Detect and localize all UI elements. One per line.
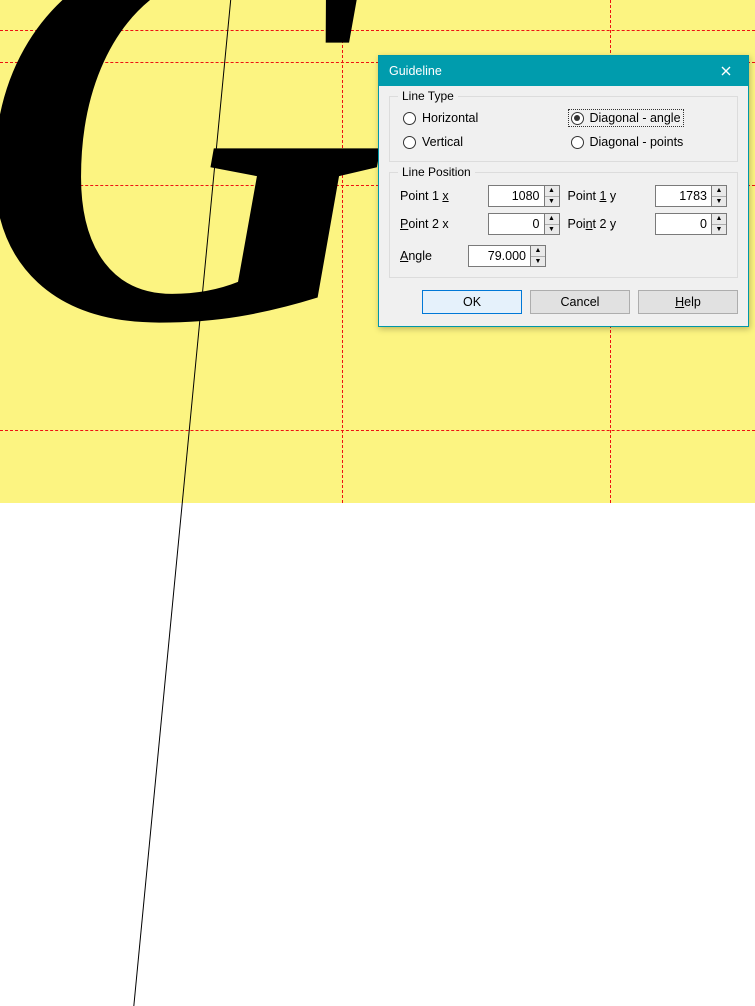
radio-horizontal[interactable]: Horizontal	[400, 109, 481, 127]
radio-icon	[571, 136, 584, 149]
radio-label: Diagonal - angle	[590, 111, 681, 125]
chevron-down-icon: ▼	[712, 225, 726, 235]
guideline-dialog: Guideline Line Type Horizontal Diagonal …	[378, 55, 749, 327]
spinner-point2x[interactable]: ▲▼	[488, 213, 560, 235]
chevron-up-icon: ▲	[545, 186, 559, 197]
spinner-buttons[interactable]: ▲▼	[711, 185, 727, 207]
radio-label: Vertical	[422, 135, 463, 149]
radio-vertical[interactable]: Vertical	[400, 133, 466, 151]
chevron-up-icon: ▲	[531, 246, 545, 257]
close-icon[interactable]	[710, 60, 742, 82]
chevron-up-icon: ▲	[712, 186, 726, 197]
spinner-buttons[interactable]: ▲▼	[544, 185, 560, 207]
spinner-buttons[interactable]: ▲▼	[544, 213, 560, 235]
group-line-position: Line Position Point 1 x ▲▼ Point 1 y ▲▼	[389, 172, 738, 278]
chevron-up-icon: ▲	[712, 214, 726, 225]
ok-button[interactable]: OK	[422, 290, 522, 314]
chevron-down-icon: ▼	[545, 197, 559, 207]
spinner-buttons[interactable]: ▲▼	[530, 245, 546, 267]
chevron-up-icon: ▲	[545, 214, 559, 225]
spinner-angle[interactable]: ▲▼	[468, 245, 546, 267]
radio-icon	[403, 136, 416, 149]
chevron-down-icon: ▼	[712, 197, 726, 207]
radio-diagonal-points[interactable]: Diagonal - points	[568, 133, 687, 151]
group-label: Line Position	[398, 165, 475, 179]
group-label: Line Type	[398, 89, 458, 103]
input-point1x[interactable]	[488, 185, 544, 207]
label-point2y: Point 2 y	[568, 217, 617, 231]
label-point2x: Point 2 x	[400, 217, 449, 231]
glyph-preview: Ĝ	[0, 0, 387, 453]
radio-icon	[403, 112, 416, 125]
dialog-title: Guideline	[389, 64, 710, 78]
group-line-type: Line Type Horizontal Diagonal - angle Ve…	[389, 96, 738, 162]
spinner-buttons[interactable]: ▲▼	[711, 213, 727, 235]
chevron-down-icon: ▼	[545, 225, 559, 235]
input-point2x[interactable]	[488, 213, 544, 235]
input-point2y[interactable]	[655, 213, 711, 235]
help-button[interactable]: Help	[638, 290, 738, 314]
dialog-button-bar: OK Cancel Help	[379, 280, 748, 326]
spinner-point1x[interactable]: ▲▼	[488, 185, 560, 207]
spinner-point1y[interactable]: ▲▼	[655, 185, 727, 207]
radio-label: Horizontal	[422, 111, 478, 125]
cancel-button[interactable]: Cancel	[530, 290, 630, 314]
radio-diagonal-angle[interactable]: Diagonal - angle	[568, 109, 684, 127]
label-point1y: Point 1 y	[568, 189, 617, 203]
input-point1y[interactable]	[655, 185, 711, 207]
radio-label: Diagonal - points	[590, 135, 684, 149]
label-angle: Angle	[400, 249, 432, 263]
spinner-point2y[interactable]: ▲▼	[655, 213, 727, 235]
chevron-down-icon: ▼	[531, 257, 545, 267]
radio-icon	[571, 112, 584, 125]
label-point1x: Point 1 x	[400, 189, 449, 203]
dialog-titlebar[interactable]: Guideline	[379, 56, 748, 86]
input-angle[interactable]	[468, 245, 530, 267]
